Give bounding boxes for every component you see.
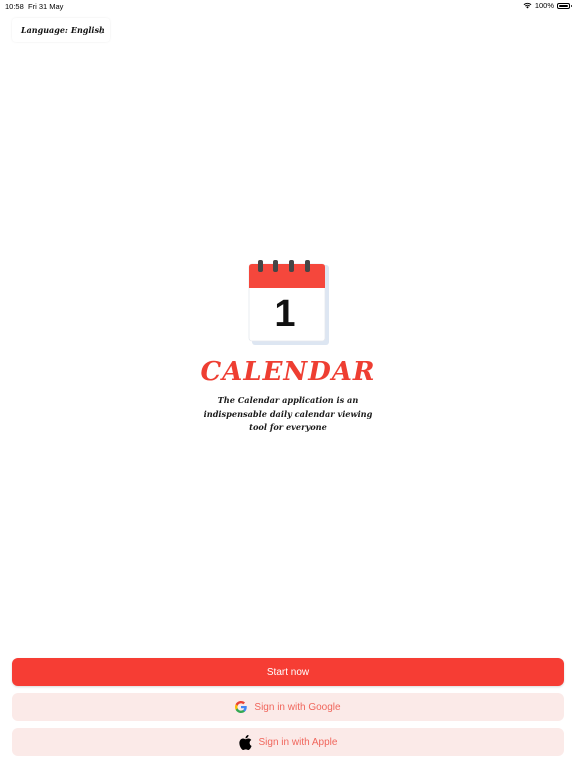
sign-in-google-label: Sign in with Google xyxy=(254,701,341,713)
battery-percent: 100% xyxy=(534,1,554,10)
status-date: Fri 31 May xyxy=(28,2,64,11)
status-bar: 10:58 Fri 31 May 100% xyxy=(0,0,576,14)
apple-icon xyxy=(238,734,252,750)
start-now-button[interactable]: Start now xyxy=(12,658,564,686)
app-description: The Calendar application is an indispens… xyxy=(188,394,388,435)
calendar-day-number: 1 xyxy=(274,293,295,335)
language-label: Language: xyxy=(21,25,68,35)
app-title: CALENDAR xyxy=(200,357,376,387)
status-time: 10:58 xyxy=(5,2,24,11)
description-line: The Calendar application is an xyxy=(217,395,359,405)
calendar-icon: 1 xyxy=(247,259,329,345)
start-now-label: Start now xyxy=(266,666,310,678)
description-line: tool for everyone xyxy=(249,422,327,432)
sign-in-apple-button[interactable]: Sign in with Apple xyxy=(12,728,564,756)
battery-icon xyxy=(557,2,572,9)
wifi-icon xyxy=(523,2,532,9)
google-icon xyxy=(235,701,248,713)
status-right: 100% xyxy=(523,1,572,10)
sign-in-google-button[interactable]: Sign in with Google xyxy=(12,693,564,721)
chevron-down-icon xyxy=(98,26,104,36)
sign-in-apple-label: Sign in with Apple xyxy=(258,736,338,748)
language-selector[interactable]: Language: English xyxy=(12,18,110,42)
description-line: indispensable daily calendar viewing xyxy=(203,408,373,419)
